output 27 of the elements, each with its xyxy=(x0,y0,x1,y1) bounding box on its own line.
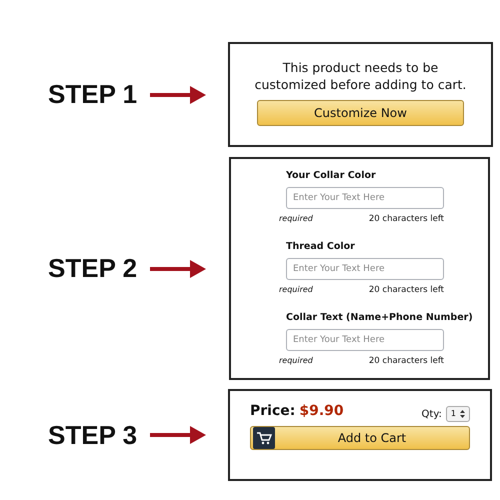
add-to-cart-button[interactable]: Add to Cart xyxy=(250,426,470,450)
field-label: Thread Color xyxy=(286,240,356,254)
required-note: required xyxy=(279,355,313,368)
input-field[interactable]: Enter Your Text Here xyxy=(286,187,444,210)
required-note: required xyxy=(279,213,313,226)
price-value: $9.90 xyxy=(299,402,344,421)
character-counter: 20 characters left xyxy=(368,284,444,297)
arrow-icon xyxy=(148,424,208,446)
character-counter: 20 characters left xyxy=(368,213,444,226)
field-label: Collar Text (Name+Phone Number) xyxy=(286,311,474,325)
quantity-select[interactable]: 1 xyxy=(446,406,470,422)
field-label: Your Collar Color xyxy=(286,169,377,183)
step-label: STEP 1 xyxy=(48,78,138,111)
cart-icon xyxy=(253,427,275,449)
price-label: Price: xyxy=(250,402,296,421)
arrow-icon xyxy=(148,84,208,106)
input-field[interactable]: Enter Your Text Here xyxy=(286,329,444,352)
character-counter: 20 characters left xyxy=(368,355,444,368)
stepper-icon xyxy=(460,410,465,418)
arrow-icon xyxy=(148,258,208,280)
step-label: STEP 3 xyxy=(48,418,138,452)
notice-text: This product needs to be customized before adding to cart. xyxy=(254,60,468,94)
qty-label: Qty: xyxy=(422,408,442,422)
required-note: required xyxy=(279,284,313,296)
step-label: STEP 2 xyxy=(48,252,138,285)
input-field[interactable]: Enter Your Text Here xyxy=(286,258,444,280)
customize-button[interactable]: Customize Now xyxy=(257,100,464,126)
